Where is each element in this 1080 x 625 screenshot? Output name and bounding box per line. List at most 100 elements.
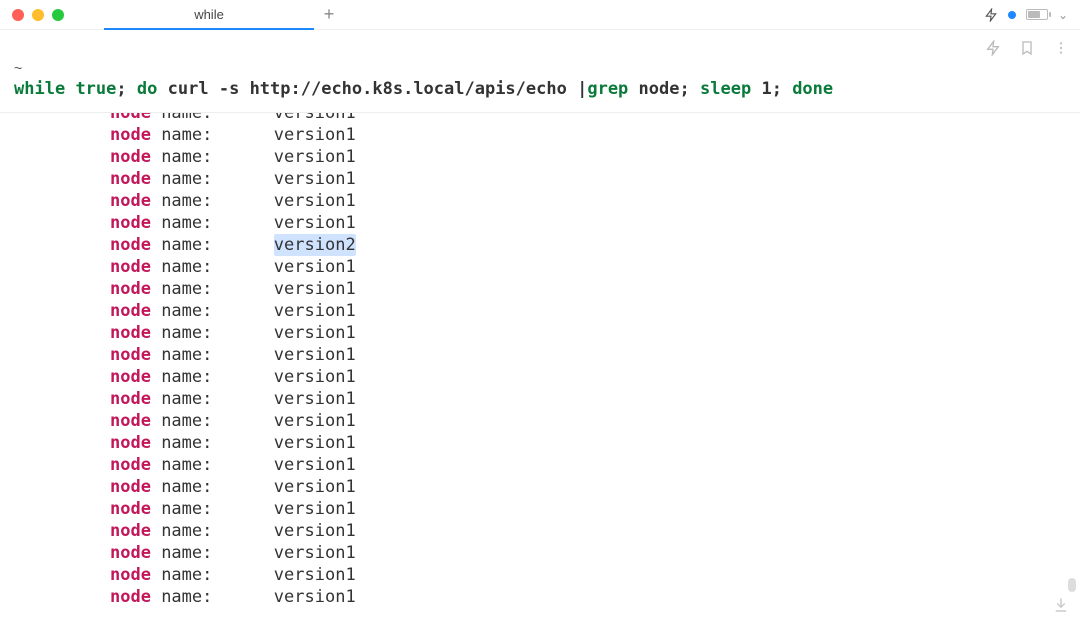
- output-row: node name: version1: [110, 564, 1080, 586]
- output-value: version1: [274, 564, 356, 586]
- token-flag: -s: [219, 78, 239, 102]
- output-label: name:: [151, 388, 212, 410]
- token-semicolon: ;: [680, 78, 690, 102]
- output-key: node: [110, 124, 151, 146]
- output-pad: [212, 212, 273, 234]
- output-label: name:: [151, 168, 212, 190]
- output-label: name:: [151, 586, 212, 608]
- output-value: version1: [274, 432, 356, 454]
- output-value: version1: [274, 190, 356, 212]
- output-pad: [212, 190, 273, 212]
- token-pipe: |: [577, 78, 587, 102]
- output-pad: [212, 113, 273, 124]
- maximize-dot[interactable]: [52, 9, 64, 21]
- bolt-icon[interactable]: [984, 39, 1002, 57]
- close-dot[interactable]: [12, 9, 24, 21]
- token-curl: curl: [168, 78, 209, 102]
- output-key: node: [110, 410, 151, 432]
- token-while: while: [14, 78, 65, 102]
- tab-label: while: [194, 7, 224, 22]
- output-row: node name: version1: [110, 454, 1080, 476]
- output-value: version1: [274, 212, 356, 234]
- token-true: true: [75, 78, 116, 102]
- minimize-dot[interactable]: [32, 9, 44, 21]
- output-key: node: [110, 454, 151, 476]
- output-label: name:: [151, 520, 212, 542]
- output-value: version1: [274, 113, 356, 124]
- output-pad: [212, 322, 273, 344]
- output-key: node: [110, 542, 151, 564]
- output-pad: [212, 300, 273, 322]
- output-value: version1: [274, 410, 356, 432]
- output-pad: [212, 498, 273, 520]
- terminal-output[interactable]: node name: version1node name: version1no…: [0, 113, 1080, 622]
- command-toolbar: [14, 36, 1070, 60]
- output-key: node: [110, 564, 151, 586]
- output-pad: [212, 542, 273, 564]
- token-url: http://echo.k8s.local/apis/echo: [250, 78, 567, 102]
- titlebar: while + ⌄: [0, 0, 1080, 30]
- output-row: node name: version1: [110, 212, 1080, 234]
- output-pad: [212, 124, 273, 146]
- chevron-down-icon[interactable]: ⌄: [1058, 8, 1068, 22]
- output-key: node: [110, 146, 151, 168]
- output-value: version1: [274, 344, 356, 366]
- output-label: name:: [151, 564, 212, 586]
- output-label: name:: [151, 476, 212, 498]
- output-label: name:: [151, 454, 212, 476]
- output-key: node: [110, 113, 151, 124]
- output-key: node: [110, 234, 151, 256]
- output-label: name:: [151, 234, 212, 256]
- status-dot: [1008, 11, 1016, 19]
- output-label: name:: [151, 432, 212, 454]
- bolt-icon[interactable]: [984, 8, 998, 22]
- titlebar-right: ⌄: [984, 8, 1068, 22]
- token-done: done: [792, 78, 833, 102]
- output-row: node name: version1: [110, 146, 1080, 168]
- output-value: version1: [274, 388, 356, 410]
- output-pad: [212, 476, 273, 498]
- output-key: node: [110, 256, 151, 278]
- output-row: node name: version1: [110, 113, 1080, 124]
- output-value: version1: [274, 520, 356, 542]
- output-value: version2: [274, 234, 356, 256]
- bookmark-icon[interactable]: [1018, 39, 1036, 57]
- output-row: node name: version1: [110, 476, 1080, 498]
- output-value: version1: [274, 454, 356, 476]
- output-key: node: [110, 278, 151, 300]
- output-value: version1: [274, 542, 356, 564]
- output-key: node: [110, 168, 151, 190]
- output-key: node: [110, 190, 151, 212]
- token-semicolon: ;: [772, 78, 782, 102]
- output-label: name:: [151, 410, 212, 432]
- output-row: node name: version1: [110, 256, 1080, 278]
- output-key: node: [110, 498, 151, 520]
- output-value: version1: [274, 124, 356, 146]
- command-line[interactable]: while true ; do curl -s http://echo.k8s.…: [14, 78, 1070, 102]
- output-label: name:: [151, 542, 212, 564]
- output-value: version1: [274, 366, 356, 388]
- output-label: name:: [151, 124, 212, 146]
- output-label: name:: [151, 366, 212, 388]
- output-pad: [212, 388, 273, 410]
- token-grep: grep: [587, 78, 628, 102]
- output-pad: [212, 520, 273, 542]
- output-row: node name: version1: [110, 300, 1080, 322]
- output-key: node: [110, 388, 151, 410]
- more-icon[interactable]: [1052, 39, 1070, 57]
- output-row: node name: version1: [110, 366, 1080, 388]
- output-row: node name: version1: [110, 278, 1080, 300]
- token-sleep-n: 1: [761, 78, 771, 102]
- scrollbar-thumb[interactable]: [1068, 578, 1076, 592]
- output-pad: [212, 344, 273, 366]
- download-icon[interactable]: [1052, 596, 1070, 614]
- new-tab-button[interactable]: +: [314, 0, 344, 29]
- output-pad: [212, 586, 273, 608]
- output-label: name:: [151, 113, 212, 124]
- output-row: node name: version1: [110, 124, 1080, 146]
- output-label: name:: [151, 190, 212, 212]
- output-value: version1: [274, 256, 356, 278]
- tab-while[interactable]: while: [104, 0, 314, 29]
- output-label: name:: [151, 300, 212, 322]
- output-pad: [212, 234, 273, 256]
